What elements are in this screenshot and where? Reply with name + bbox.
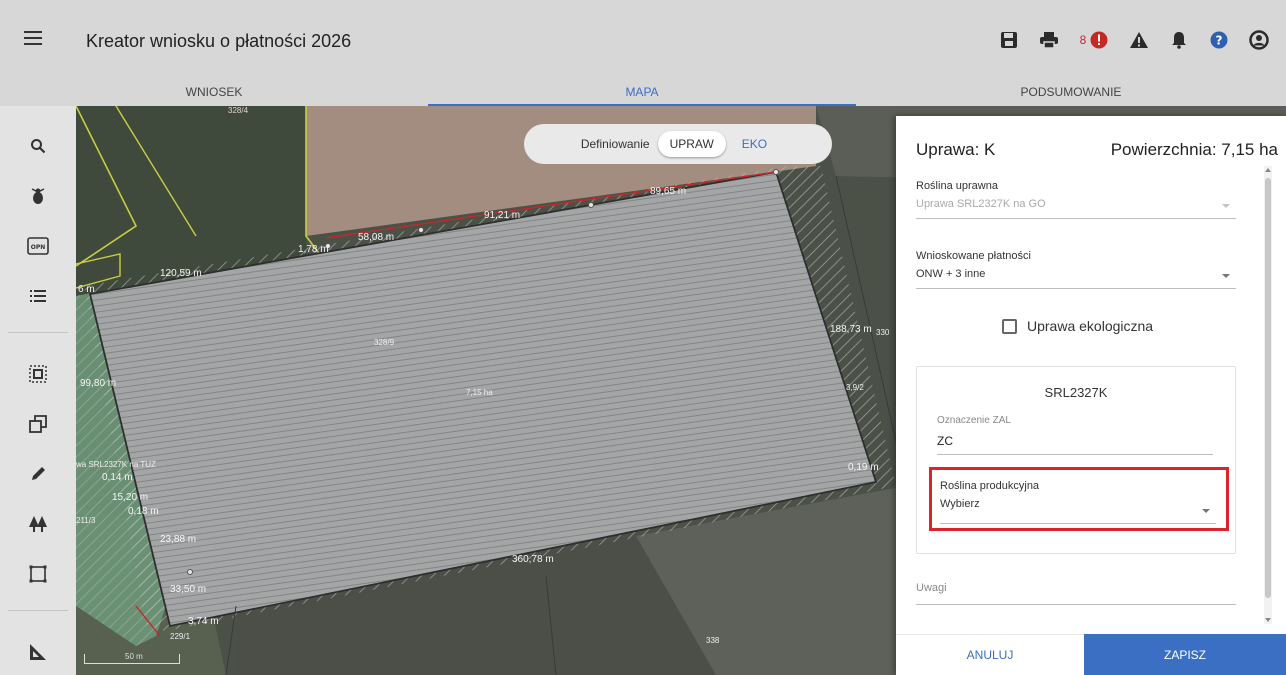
edge-length-label: 1,78 m	[298, 244, 329, 255]
crop-select-value: Uprawa SRL2327K na GO	[916, 198, 1046, 210]
chevron-down-icon[interactable]	[1202, 509, 1210, 513]
app-bar: Kreator wniosku o płatności 2026 8 ?	[0, 0, 1286, 78]
account-icon[interactable]	[1246, 28, 1272, 52]
edge-length-label: 89,65 m	[650, 186, 687, 197]
zal-designation-value: ZC	[937, 434, 953, 448]
bell-icon[interactable]	[1166, 28, 1192, 52]
scroll-down-icon[interactable]	[1265, 618, 1271, 622]
toolbar-divider	[8, 332, 68, 333]
save-icon[interactable]	[996, 28, 1022, 52]
edge-length-label: 91,21 m	[484, 210, 521, 221]
chevron-down-icon[interactable]	[1222, 274, 1230, 278]
payments-select-value: ONW + 3 inne	[916, 268, 986, 280]
zal-designation-field[interactable]: Oznaczenie ZAL ZC	[937, 415, 1213, 455]
help-icon[interactable]: ?	[1206, 28, 1232, 52]
chevron-down-icon	[1222, 204, 1230, 208]
header-actions: 8 ?	[996, 28, 1272, 52]
scale-label: 50 m	[125, 652, 143, 661]
edge-length-label: 0,18 m	[128, 506, 159, 517]
trees-icon[interactable]	[22, 508, 54, 540]
edge-length-label: 58,08 m	[358, 232, 395, 243]
measure-icon[interactable]	[22, 636, 54, 668]
edge-length-label: 0,14 m	[102, 472, 133, 483]
panel-area: Powierzchnia: 7,15 ha	[1110, 140, 1278, 159]
crop-panel: Uprawa: K Powierzchnia: 7,15 ha Roślina …	[896, 116, 1286, 675]
edge-length-label: 15,20 m	[112, 492, 149, 503]
parcel-label: 3,9/2	[846, 383, 864, 392]
list-icon[interactable]	[22, 280, 54, 312]
scale-bar: 50 m	[84, 652, 180, 664]
notes-field[interactable]: Uwagi	[916, 582, 1236, 605]
edge-length-label: 33,50 m	[170, 584, 207, 595]
production-crop-label: Roślina produkcyjna	[940, 480, 1040, 492]
panel-scrollbar[interactable]	[1264, 166, 1272, 624]
tab-mapa[interactable]: MAPA	[428, 78, 856, 106]
mode-switch: Definiowanie UPRAW EKO	[524, 124, 832, 164]
parcel-label: 330	[876, 328, 890, 337]
notification-count: 8	[1079, 33, 1087, 47]
edge-length-label: 188,73 m	[830, 324, 872, 335]
mode-label: Definiowanie	[580, 137, 650, 151]
payments-select[interactable]: Wnioskowane płatności ONW + 3 inne	[916, 250, 1236, 289]
menu-icon[interactable]	[24, 28, 44, 48]
search-icon[interactable]	[22, 130, 54, 162]
svg-text:?: ?	[1216, 34, 1223, 48]
edge-length-label: 0,19 m	[848, 462, 879, 473]
parcel-label: 328/9	[374, 338, 395, 347]
eco-checkbox-label: Uprawa ekologiczna	[1027, 318, 1154, 334]
edge-length-label: 360,78 m	[512, 554, 554, 565]
parcel-label: 211/3	[76, 516, 96, 525]
warning-icon[interactable]	[1126, 28, 1152, 52]
parcel-label: 229/1	[170, 632, 191, 641]
production-crop-value: Wybierz	[940, 498, 980, 510]
parcel-area-label: 7,15 ha	[466, 388, 493, 397]
toolbar-divider	[8, 610, 68, 611]
select-area-icon[interactable]	[22, 358, 54, 390]
tab-podsumowanie[interactable]: PODSUMOWANIE	[856, 78, 1286, 106]
parcel-label: 328/4	[228, 106, 249, 115]
map-toolbar: OPN	[0, 106, 76, 675]
main-tabs: WNIOSEK MAPA PODSUMOWANIE	[0, 78, 1286, 106]
mode-upraw-button[interactable]: UPRAW	[657, 131, 726, 157]
cancel-button[interactable]: ANULUJ	[896, 634, 1084, 675]
edge-length-label: 23,88 m	[160, 534, 197, 545]
opn-label: OPN	[31, 244, 46, 251]
crop-select: Roślina uprawna Uprawa SRL2327K na GO	[916, 180, 1236, 219]
tab-wniosek[interactable]: WNIOSEK	[0, 78, 428, 106]
app-title: Kreator wniosku o płatności 2026	[86, 31, 352, 51]
production-crop-select[interactable]: Roślina produkcyjna Wybierz	[940, 480, 1216, 524]
edge-length-label: 99,80 m	[80, 378, 117, 389]
notification-badge[interactable]: 8	[1076, 28, 1112, 52]
error-badge-icon	[1090, 31, 1108, 49]
edit-pencil-icon[interactable]	[22, 458, 54, 490]
zal-designation-label: Oznaczenie ZAL	[937, 415, 1011, 426]
edge-length-label: 6 m	[78, 284, 95, 295]
eco-checkbox[interactable]: Uprawa ekologiczna	[1002, 318, 1153, 334]
edge-length-label: 120,59 m	[160, 268, 202, 279]
scroll-up-icon[interactable]	[1265, 168, 1271, 172]
edge-length-label: 3,74 m	[188, 616, 219, 627]
parcel-label: 338	[706, 636, 720, 645]
mode-eko-button[interactable]: EKO	[734, 131, 775, 157]
pest-icon[interactable]	[22, 180, 54, 212]
scroll-thumb[interactable]	[1265, 178, 1271, 598]
copy-shape-icon[interactable]	[22, 408, 54, 440]
zal-card-title: SRL2327K	[1044, 385, 1108, 400]
rectangle-select-icon[interactable]	[22, 558, 54, 590]
payments-select-label: Wnioskowane płatności	[916, 250, 1031, 262]
crop-select-label: Roślina uprawna	[916, 180, 998, 192]
production-crop-highlight: Roślina produkcyjna Wybierz	[929, 467, 1229, 531]
zal-card: SRL2327K Oznaczenie ZAL ZC Roślina produ…	[916, 366, 1236, 554]
opn-icon[interactable]: OPN	[22, 230, 54, 262]
checkbox-icon[interactable]	[1002, 318, 1017, 334]
panel-title: Uprawa: K	[916, 140, 996, 159]
save-button[interactable]: ZAPISZ	[1084, 634, 1286, 675]
print-icon[interactable]	[1036, 28, 1062, 52]
crop-label: wa SRL2327K na TUZ	[76, 460, 156, 469]
